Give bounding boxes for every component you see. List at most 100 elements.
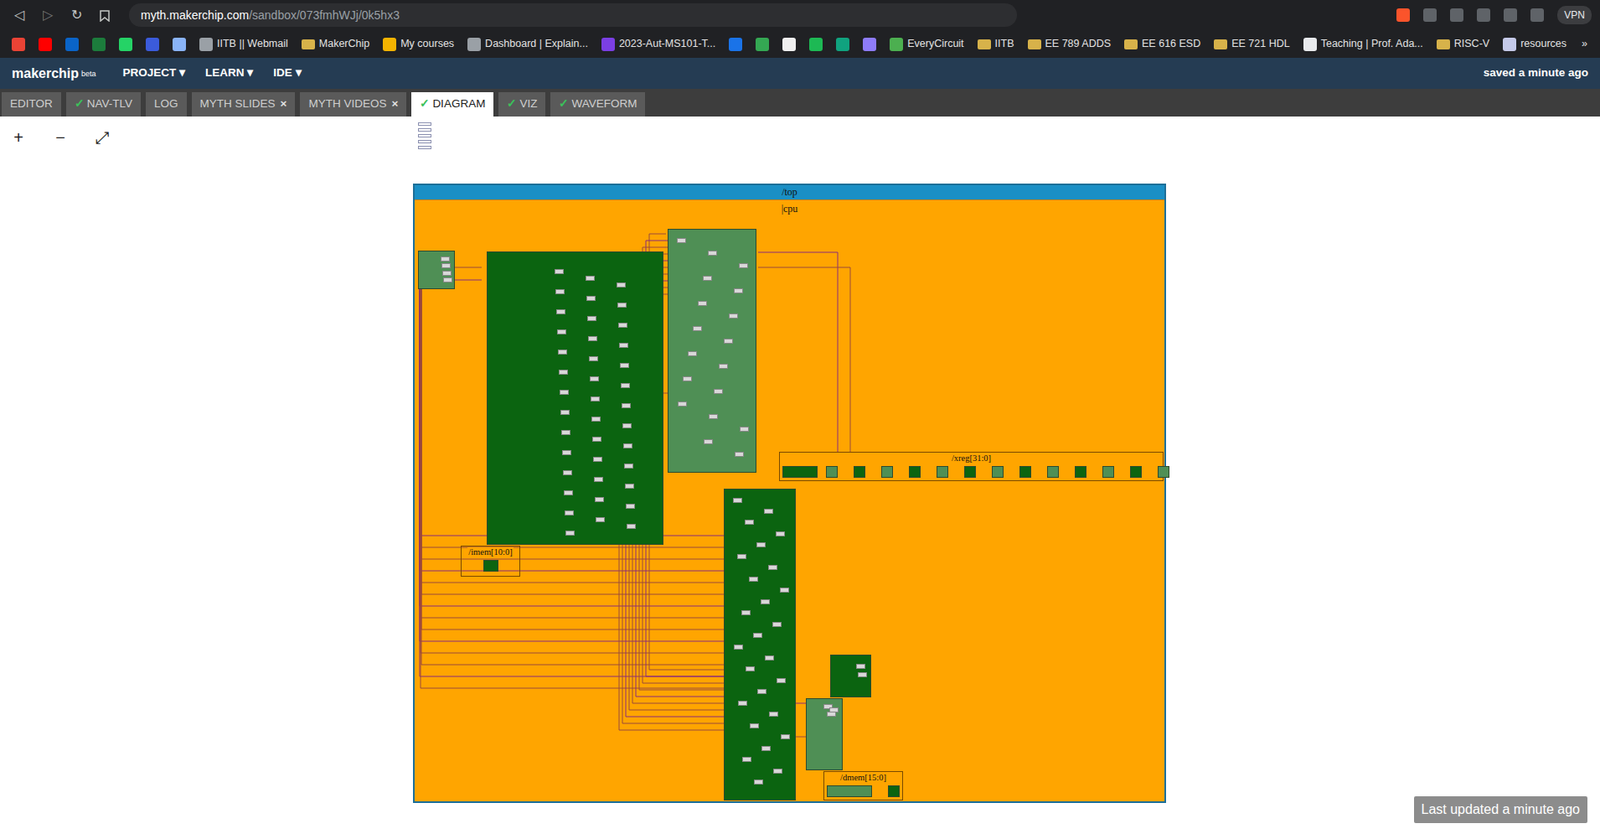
bookmark-label: MakerChip [319, 36, 370, 52]
update-status: Last updated a minute ago [1414, 795, 1588, 823]
bookmark-item[interactable] [87, 35, 111, 54]
bookmark-item[interactable] [140, 35, 165, 54]
signal-box [559, 389, 569, 395]
tab[interactable]: EDITOR [1, 92, 62, 117]
tab[interactable]: MYTH SLIDES× [191, 92, 296, 117]
close-icon[interactable]: × [280, 95, 288, 113]
bookmark-icon[interactable] [93, 4, 116, 26]
tab[interactable]: ✓WAVEFORM [550, 92, 646, 117]
extension-icon[interactable] [1396, 8, 1410, 22]
bookmark-item[interactable]: resources [1497, 33, 1572, 55]
extension-icon[interactable] [1503, 8, 1518, 22]
bookmark-item[interactable] [804, 35, 828, 54]
signal-box [562, 449, 572, 455]
more-bookmarks[interactable]: » [1574, 36, 1595, 52]
logic-block[interactable] [723, 488, 796, 800]
bookmark-item[interactable] [830, 35, 855, 54]
tab[interactable]: LOG [145, 92, 187, 117]
signal-box [742, 756, 752, 762]
register-block [1019, 465, 1032, 478]
logic-block[interactable] [667, 228, 757, 473]
signal-box [622, 423, 632, 429]
bookmark-item[interactable]: IITB [972, 33, 1020, 55]
logic-block[interactable] [830, 654, 872, 697]
bookmark-item[interactable]: 2023-Aut-MS101-T... [596, 33, 721, 55]
close-icon[interactable]: × [391, 95, 398, 113]
bookmark-item[interactable] [113, 35, 138, 54]
signal-box [707, 250, 718, 256]
register-block [991, 465, 1004, 478]
scope-box[interactable]: /dmem[15:0] [823, 770, 904, 800]
tab[interactable]: ✓DIAGRAM [411, 92, 494, 117]
signal-box [761, 745, 771, 751]
menu-item[interactable]: IDE ▾ [266, 64, 308, 82]
bookmark-item[interactable]: EE 616 ESD [1119, 33, 1206, 55]
diagram-canvas[interactable]: +−⤢/top/xreg[31:0]/imem[10:0]/dmem[15:0]… [0, 116, 1600, 833]
tab-label: LOG [154, 95, 179, 113]
signal-box [593, 476, 604, 482]
tab[interactable]: ✓VIZ [498, 92, 546, 117]
signal-box [773, 768, 783, 774]
site-icon [755, 37, 770, 52]
zoom-button[interactable]: − [49, 126, 72, 149]
bookmark-item[interactable] [750, 35, 775, 54]
cpu-label: |cpu [414, 201, 1165, 217]
forward-button[interactable]: ▷ [36, 4, 59, 26]
tab[interactable]: MYTH VIDEOS× [299, 92, 407, 117]
register-block [853, 465, 866, 478]
register-block [825, 465, 838, 478]
logic-block[interactable] [805, 697, 843, 770]
scope-box[interactable]: /imem[10:0] [460, 545, 521, 577]
signal-box [591, 416, 601, 422]
back-button[interactable]: ◁ [8, 4, 31, 26]
bookmark-item[interactable]: Dashboard | Explain... [462, 33, 594, 55]
bookmark-item[interactable]: MakerChip [296, 33, 375, 55]
bookmark-item[interactable]: My courses [377, 33, 460, 55]
bookmark-item[interactable]: EveryCircuit [884, 33, 969, 55]
signal-box [564, 510, 574, 516]
signal-box [565, 530, 575, 536]
zoom-button[interactable]: + [7, 126, 30, 149]
tab[interactable]: ✓NAV-TLV [66, 92, 141, 117]
bookmark-item[interactable] [6, 35, 31, 54]
extension-icon[interactable] [1423, 8, 1437, 22]
bookmark-item[interactable] [60, 35, 84, 54]
menu-item[interactable]: LEARN ▾ [198, 64, 260, 82]
scope-label: /xreg[31:0] [779, 453, 1163, 464]
bookmark-item[interactable] [723, 35, 748, 54]
logic-block[interactable] [486, 251, 664, 545]
makerchip-logo[interactable]: makerchipbeta [11, 67, 97, 81]
bookmark-item[interactable]: IITB || Webmail [194, 33, 294, 55]
signal-box [562, 469, 573, 475]
signal-box [557, 349, 568, 355]
bookmark-item[interactable] [777, 35, 801, 54]
register-block [1157, 465, 1170, 478]
reload-button[interactable]: ↻ [65, 4, 88, 26]
signal-box [623, 443, 633, 449]
extension-icon[interactable] [1530, 8, 1544, 22]
register-block [1074, 465, 1087, 478]
menu-item[interactable]: PROJECT ▾ [116, 64, 193, 82]
save-status: saved a minute ago [1483, 64, 1589, 82]
bookmark-item[interactable]: RISC-V [1431, 33, 1495, 55]
extension-icon[interactable] [1450, 8, 1464, 22]
signal-box [588, 356, 599, 362]
zoom-button[interactable]: ⤢ [91, 126, 114, 149]
scope-box[interactable]: /xreg[31:0] [779, 451, 1164, 481]
bookmark-item[interactable]: EE 721 HDL [1208, 33, 1295, 55]
extension-icon[interactable] [1476, 8, 1491, 22]
tab-bar: EDITOR✓NAV-TLV LOG MYTH SLIDES×MYTH VIDEOS… [0, 88, 1600, 117]
vpn-button[interactable]: VPN [1557, 5, 1592, 25]
signal-box [718, 363, 728, 369]
site-icon [1502, 37, 1517, 52]
bookmarks-bar: IITB || Webmail MakerChip My coursesDashbo… [0, 30, 1600, 58]
logic-block[interactable] [418, 250, 455, 290]
address-bar[interactable]: myth.makerchip.com/sandbox/073fmhWJj/0k5… [129, 3, 1017, 27]
bookmark-item[interactable] [857, 35, 882, 54]
bookmark-item[interactable] [167, 35, 191, 54]
bookmark-item[interactable]: Teaching | Prof. Ada... [1298, 33, 1429, 55]
bookmark-item[interactable]: EE 789 ADDS [1022, 33, 1117, 55]
app-navbar: makerchipbeta PROJECT ▾ LEARN ▾ IDE ▾ saved … [0, 57, 1600, 89]
signal-box [621, 402, 631, 408]
bookmark-item[interactable] [33, 35, 57, 54]
